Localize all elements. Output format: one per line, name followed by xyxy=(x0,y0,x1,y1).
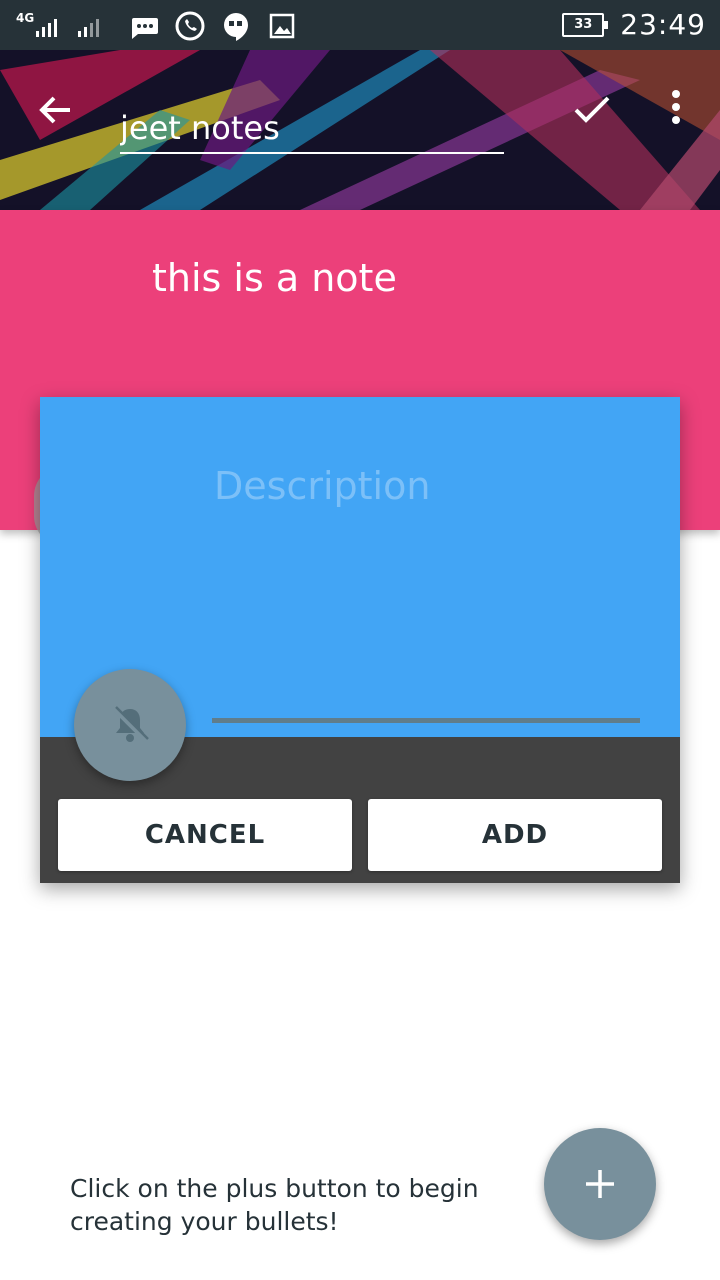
back-arrow-icon[interactable] xyxy=(34,88,78,132)
hangouts-icon xyxy=(224,13,248,41)
clock: 23:49 xyxy=(620,8,706,41)
cancel-button[interactable]: CANCEL xyxy=(58,799,352,871)
bell-off-icon xyxy=(112,706,149,743)
reminder-button[interactable] xyxy=(74,669,186,781)
description-underline xyxy=(212,718,640,723)
more-vert-icon[interactable] xyxy=(660,88,692,132)
status-right: 33 23:49 xyxy=(562,8,706,41)
add-bullet-dialog: CANCEL ADD xyxy=(40,397,680,883)
message-icon xyxy=(132,18,158,39)
signal-sim2-icon xyxy=(78,11,114,41)
whatsapp-icon xyxy=(175,11,205,41)
network-type-label: 4G xyxy=(16,11,35,25)
gallery-icon xyxy=(269,13,295,39)
check-icon[interactable] xyxy=(570,88,614,132)
battery-level: 33 xyxy=(574,16,593,32)
add-bullet-fab[interactable] xyxy=(544,1128,656,1240)
add-button[interactable]: ADD xyxy=(368,799,662,871)
battery-icon: 33 xyxy=(562,12,609,37)
status-left-icons: 4G xyxy=(16,10,298,42)
empty-state-hint: Click on the plus button to begin creati… xyxy=(70,1174,479,1236)
status-bar: 4G 33 23:49 xyxy=(0,0,720,50)
toolbar-header xyxy=(0,50,720,210)
note-text[interactable]: this is a note xyxy=(152,256,397,300)
note-title-input[interactable] xyxy=(120,108,504,154)
description-input[interactable] xyxy=(212,455,646,517)
signal-sim1-icon: 4G xyxy=(16,11,64,41)
plus-icon xyxy=(586,1170,614,1198)
